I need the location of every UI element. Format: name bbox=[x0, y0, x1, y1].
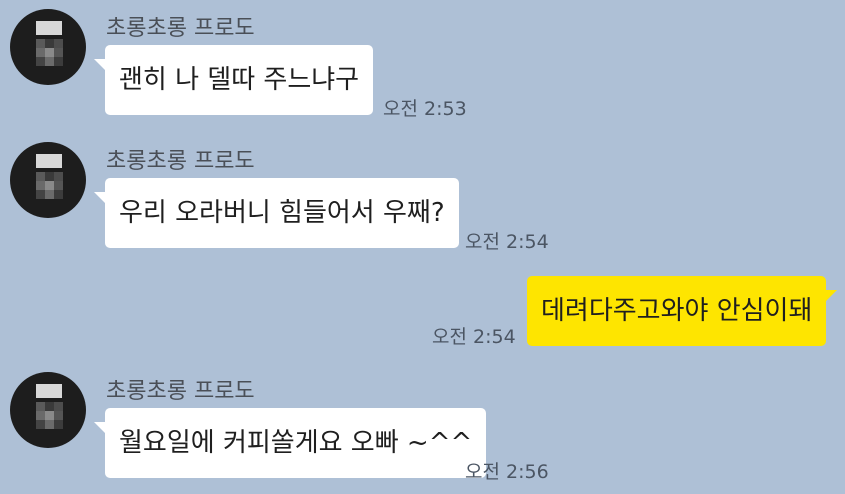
avatar[interactable] bbox=[10, 372, 86, 448]
avatar-mosaic-icon bbox=[36, 384, 63, 438]
avatar-mosaic-icon bbox=[36, 154, 63, 208]
message-time: 오전 2:54 bbox=[432, 326, 516, 348]
sender-name: 초롱초롱 프로도 bbox=[106, 149, 255, 174]
avatar[interactable] bbox=[10, 9, 86, 85]
message-bubble-outgoing[interactable]: 데려다주고와야 안심이돼 bbox=[527, 276, 838, 346]
sender-name: 초롱초롱 프로도 bbox=[106, 379, 255, 404]
avatar[interactable] bbox=[10, 142, 86, 218]
message-time: 오전 2:53 bbox=[383, 98, 467, 120]
sender-name: 초롱초롱 프로도 bbox=[106, 16, 255, 41]
message-bubble[interactable]: 괜히 나 델따 주느냐구 bbox=[93, 45, 374, 115]
message-time: 오전 2:54 bbox=[465, 231, 549, 253]
chat-room: 초롱초롱 프로도 괜히 나 델따 주느냐구 오전 2:53 초롱초롱 프로도 우… bbox=[0, 0, 845, 494]
message-bubble[interactable]: 월요일에 커피쏠게요 오빠 ~^^ bbox=[93, 408, 487, 478]
avatar-mosaic-icon bbox=[36, 21, 63, 75]
message-time: 오전 2:56 bbox=[465, 461, 549, 483]
message-bubble[interactable]: 우리 오라버니 힘들어서 우째? bbox=[94, 178, 459, 248]
